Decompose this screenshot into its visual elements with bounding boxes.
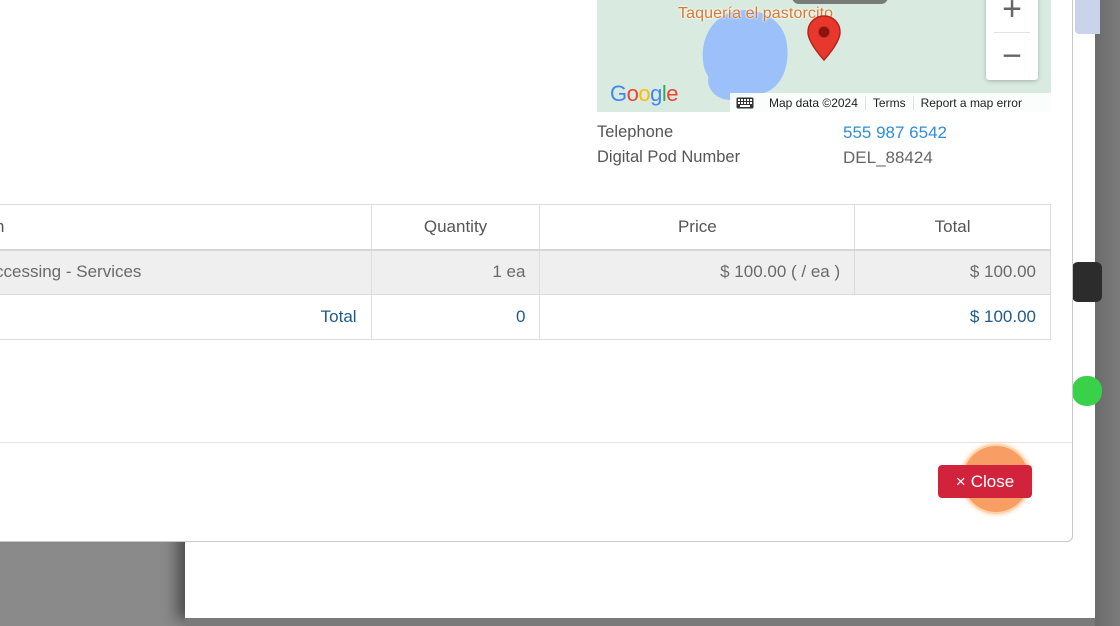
telephone-link[interactable]: 555 987 6542 — [843, 123, 947, 143]
google-logo[interactable]: Google — [610, 81, 679, 107]
column-header-item: n — [0, 204, 372, 251]
table-total-row: Total 0 $ 100.00 — [0, 294, 1051, 340]
item-total: $ 100.00 — [854, 249, 1051, 295]
map-marker-icon[interactable] — [806, 14, 842, 69]
item-name-link[interactable]: ccessing - Services — [0, 249, 372, 295]
background-tab — [1075, 0, 1100, 34]
item-quantity: 1 ea — [370, 249, 541, 295]
item-price: $ 100.00 ( / ea ) — [539, 249, 856, 295]
column-header-quantity: Quantity — [370, 204, 541, 251]
background-green-indicator — [1072, 376, 1102, 406]
modal-footer-divider — [0, 442, 1072, 443]
total-quantity: 0 — [370, 294, 541, 340]
keyboard-shortcuts-icon[interactable] — [734, 97, 756, 109]
total-label: Total — [0, 294, 372, 340]
map-zoom-control: + − — [986, 0, 1038, 80]
map-attribution-bar: Map data ©2024 Terms Report a map error — [730, 93, 1051, 112]
map-data-text: Map data ©2024 — [762, 95, 866, 110]
background-edge — [185, 618, 1120, 626]
column-header-total: Total — [854, 204, 1051, 251]
zoom-in-button[interactable]: + — [986, 0, 1038, 32]
column-header-price: Price — [539, 204, 856, 251]
report-map-error-link[interactable]: Report a map error — [914, 96, 1029, 110]
telephone-label: Telephone — [597, 123, 674, 141]
map-info-bubble — [792, 0, 888, 4]
close-button[interactable]: × Close — [938, 465, 1032, 498]
pod-number-value: DEL_88424 — [843, 148, 933, 167]
table-row: ccessing - Services 1 ea $ 100.00 ( / ea… — [0, 249, 1051, 295]
table-header-row: n Quantity Price Total — [0, 204, 1051, 251]
close-button-label: Close — [970, 471, 1015, 491]
pod-number-label: Digital Pod Number — [597, 148, 741, 166]
close-icon: × — [955, 471, 966, 491]
background-scroll-edge — [1095, 0, 1120, 626]
background-dark-button — [1072, 262, 1102, 302]
terms-link[interactable]: Terms — [866, 95, 914, 110]
order-items-table: n Quantity Price Total ccessing - Servic… — [0, 204, 1051, 340]
grand-total: $ 100.00 — [539, 294, 1051, 340]
zoom-out-button[interactable]: − — [986, 33, 1038, 79]
